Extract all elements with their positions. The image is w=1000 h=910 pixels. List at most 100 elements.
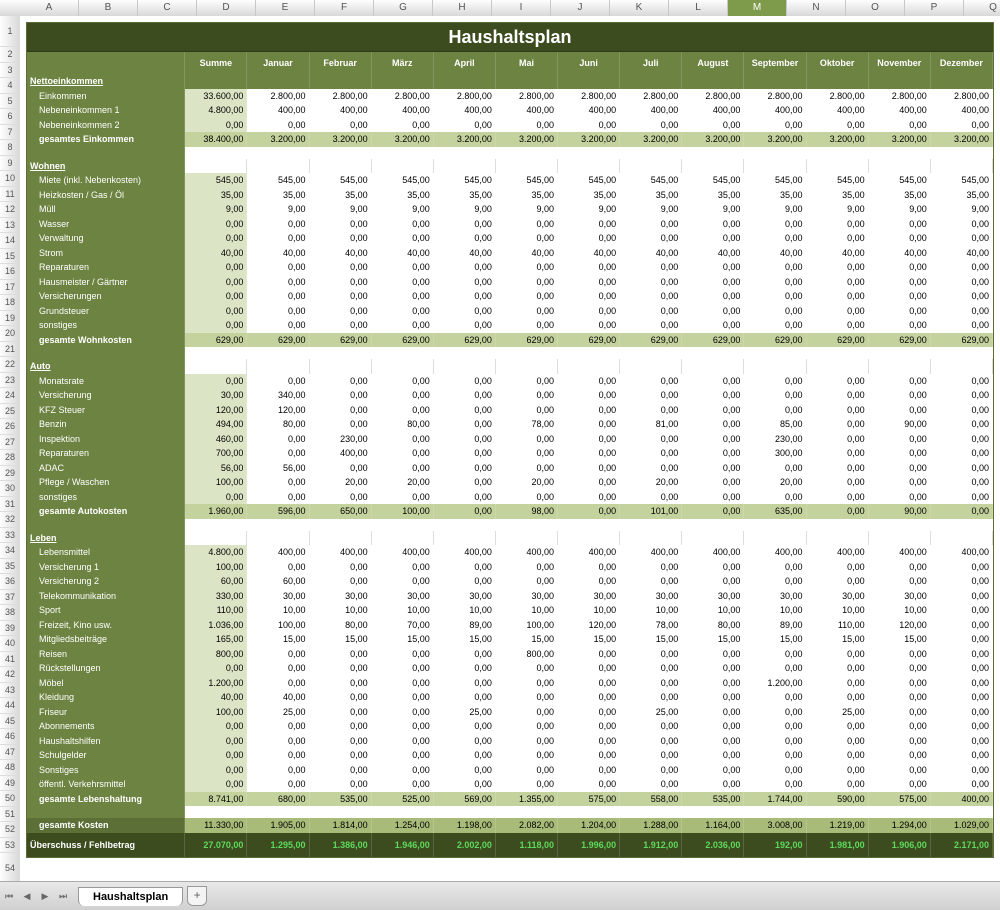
row-header-21[interactable]: 21 <box>0 342 20 358</box>
row-label[interactable]: sonstiges <box>27 318 185 333</box>
row-label[interactable]: Inspektion <box>27 432 185 447</box>
row-label[interactable]: Abonnements <box>27 719 185 734</box>
row-label[interactable]: Friseur <box>27 705 185 720</box>
row-header-50[interactable]: 50 <box>0 791 20 807</box>
row-label[interactable]: Müll <box>27 202 185 217</box>
row-header-6[interactable]: 6 <box>0 109 20 125</box>
row-header-13[interactable]: 13 <box>0 218 20 234</box>
first-sheet-icon[interactable]: ⏮ <box>1 888 17 904</box>
row-header-34[interactable]: 34 <box>0 543 20 559</box>
col-header-F[interactable]: F <box>315 0 374 16</box>
col-header-P[interactable]: P <box>905 0 964 16</box>
row-header-9[interactable]: 9 <box>0 156 20 172</box>
row-header-7[interactable]: 7 <box>0 125 20 141</box>
row-header-31[interactable]: 31 <box>0 497 20 513</box>
row-label[interactable]: Telekommunikation <box>27 589 185 604</box>
select-all-corner[interactable] <box>0 0 21 17</box>
row-label[interactable]: Lebensmittel <box>27 545 185 560</box>
row-header-12[interactable]: 12 <box>0 202 20 218</box>
row-header-22[interactable]: 22 <box>0 357 20 373</box>
worksheet-grid[interactable]: Haushaltsplan SummeJanuarFebruarMärzApri… <box>20 16 1000 882</box>
row-header-29[interactable]: 29 <box>0 466 20 482</box>
col-header-B[interactable]: B <box>79 0 138 16</box>
row-header-19[interactable]: 19 <box>0 311 20 327</box>
col-header-G[interactable]: G <box>374 0 433 16</box>
last-sheet-icon[interactable]: ⏭ <box>55 888 71 904</box>
row-label[interactable]: Rückstellungen <box>27 661 185 676</box>
row-header-38[interactable]: 38 <box>0 605 20 621</box>
row-label[interactable]: Reparaturen <box>27 260 185 275</box>
row-header-35[interactable]: 35 <box>0 559 20 575</box>
row-header-3[interactable]: 3 <box>0 63 20 79</box>
col-header-A[interactable]: A <box>20 0 79 16</box>
next-sheet-icon[interactable]: ▶ <box>37 888 53 904</box>
row-label[interactable]: Heizkosten / Gas / Öl <box>27 188 185 203</box>
row-label[interactable]: Schulgelder <box>27 748 185 763</box>
row-label[interactable]: gesamte Autokosten <box>27 504 185 519</box>
row-label[interactable]: Nebeneinkommen 1 <box>27 103 185 118</box>
row-header-42[interactable]: 42 <box>0 667 20 683</box>
row-header-39[interactable]: 39 <box>0 621 20 637</box>
col-header-E[interactable]: E <box>256 0 315 16</box>
row-label[interactable]: Kleidung <box>27 690 185 705</box>
section-Leben[interactable]: Leben <box>27 531 185 546</box>
row-label[interactable]: Reisen <box>27 647 185 662</box>
col-header-H[interactable]: H <box>433 0 492 16</box>
row-label[interactable]: ADAC <box>27 461 185 476</box>
row-label[interactable]: gesamte Wohnkosten <box>27 333 185 348</box>
row-label[interactable]: Versicherung 2 <box>27 574 185 589</box>
row-label[interactable]: Miete (inkl. Nebenkosten) <box>27 173 185 188</box>
col-header-M[interactable]: M <box>728 0 787 16</box>
row-header-54[interactable]: 54 <box>0 853 20 884</box>
row-header-26[interactable]: 26 <box>0 419 20 435</box>
row-header-46[interactable]: 46 <box>0 729 20 745</box>
row-label[interactable]: Nebeneinkommen 2 <box>27 118 185 133</box>
row-label[interactable]: Reparaturen <box>27 446 185 461</box>
section-Wohnen[interactable]: Wohnen <box>27 159 185 174</box>
row-label[interactable]: Haushaltshilfen <box>27 734 185 749</box>
row-label[interactable]: Hausmeister / Gärtner <box>27 275 185 290</box>
row-label[interactable]: öffentl. Verkehrsmittel <box>27 777 185 792</box>
row-label[interactable]: KFZ Steuer <box>27 403 185 418</box>
row-header-10[interactable]: 10 <box>0 171 20 187</box>
row-header-37[interactable]: 37 <box>0 590 20 606</box>
add-sheet-icon[interactable]: + <box>187 886 207 906</box>
row-label[interactable]: Versicherungen <box>27 289 185 304</box>
row-label[interactable]: Pflege / Waschen <box>27 475 185 490</box>
row-header-32[interactable]: 32 <box>0 512 20 528</box>
row-header-11[interactable]: 11 <box>0 187 20 203</box>
col-header-K[interactable]: K <box>610 0 669 16</box>
row-header-27[interactable]: 27 <box>0 435 20 451</box>
col-header-D[interactable]: D <box>197 0 256 16</box>
row-label[interactable]: gesamte Lebenshaltung <box>27 792 185 807</box>
row-label[interactable]: Sport <box>27 603 185 618</box>
row-label[interactable]: Sonstiges <box>27 763 185 778</box>
row-header-36[interactable]: 36 <box>0 574 20 590</box>
row-header-45[interactable]: 45 <box>0 714 20 730</box>
row-header-44[interactable]: 44 <box>0 698 20 714</box>
row-header-5[interactable]: 5 <box>0 94 20 110</box>
row-header-4[interactable]: 4 <box>0 78 20 94</box>
col-header-C[interactable]: C <box>138 0 197 16</box>
row-header-52[interactable]: 52 <box>0 822 20 838</box>
row-label[interactable]: Monatsrate <box>27 374 185 389</box>
section-Nettoeinkommen[interactable]: Nettoeinkommen <box>27 74 185 89</box>
col-header-Q[interactable]: Q <box>964 0 1000 16</box>
row-header-48[interactable]: 48 <box>0 760 20 776</box>
row-header-15[interactable]: 15 <box>0 249 20 265</box>
row-header-1[interactable]: 1 <box>0 16 20 47</box>
row-headers[interactable]: 1234567891011121314151617181920212223242… <box>0 16 21 882</box>
row-label[interactable]: Freizeit, Kino usw. <box>27 618 185 633</box>
row-header-51[interactable]: 51 <box>0 807 20 823</box>
row-header-2[interactable]: 2 <box>0 47 20 63</box>
row-header-17[interactable]: 17 <box>0 280 20 296</box>
sheet-tab[interactable]: Haushaltsplan <box>78 887 183 906</box>
row-label[interactable]: Wasser <box>27 217 185 232</box>
col-header-N[interactable]: N <box>787 0 846 16</box>
row-header-40[interactable]: 40 <box>0 636 20 652</box>
row-header-8[interactable]: 8 <box>0 140 20 156</box>
row-header-20[interactable]: 20 <box>0 326 20 342</box>
row-label[interactable]: Einkommen <box>27 89 185 104</box>
row-label[interactable]: sonstiges <box>27 490 185 505</box>
column-headers[interactable]: ABCDEFGHIJKLMNOPQ <box>20 0 1000 17</box>
